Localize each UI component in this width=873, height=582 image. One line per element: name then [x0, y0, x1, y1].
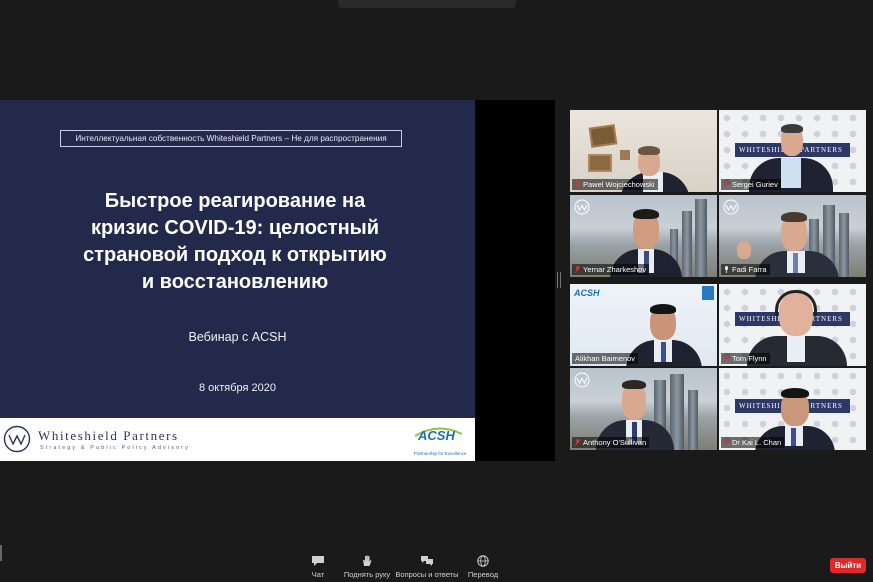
mic-muted-icon	[724, 439, 729, 446]
company-tagline: Strategy & Public Policy Advisory	[40, 445, 191, 451]
translate-button-label: Перевод	[467, 570, 499, 579]
slide-footer: Whiteshield Partners Strategy & Public P…	[0, 418, 475, 461]
participant-name: Anthony O'Sullivan	[583, 438, 647, 447]
partner-tagline: Partnership for Excellence	[414, 451, 467, 456]
mic-muted-icon	[724, 355, 729, 362]
mic-muted-icon	[575, 181, 580, 188]
participant-name: Yernar Zharkeshov	[583, 265, 647, 274]
undp-logo-icon	[702, 286, 714, 300]
video-tile[interactable]: WHITESHIELD PARTNERS Dr Kai L. Chan	[719, 368, 866, 450]
acsh-background-logo: ACSH	[574, 288, 600, 298]
video-tile[interactable]: WHITESHIELD PARTNERS Tom Flynn	[719, 284, 866, 366]
hand-icon	[363, 555, 372, 566]
slide-subtitle: Вебинар с ACSH	[188, 330, 287, 344]
slide-title-line: кризис COVID-19: целостный	[90, 217, 380, 239]
slide-confidentiality-banner: Интеллектуальная собственность Whiteshie…	[60, 130, 402, 147]
participant-name-tag: Tom Flynn	[721, 353, 770, 364]
participant-name-tag: Dr Kai L. Chan	[721, 437, 785, 448]
slide-title-line: страновой подход к открытию	[83, 244, 387, 266]
video-tile-active-speaker[interactable]: Fadi Farra	[719, 195, 866, 277]
slide-title-line: и восстановлению	[141, 271, 329, 293]
left-edge-handle	[0, 545, 2, 561]
raise-hand-button-label: Поднять руку	[343, 570, 391, 579]
participant-name-tag: Anthony O'Sullivan	[572, 437, 650, 448]
participant-name-tag: Yernar Zharkeshov	[572, 264, 650, 275]
chat-button-label: Чат	[311, 570, 325, 579]
participant-name: Tom Flynn	[732, 354, 767, 363]
chat-icon	[312, 556, 324, 566]
panel-splitter-handle[interactable]	[557, 272, 561, 288]
participant-name-tag: Sergei Guriev	[721, 179, 781, 190]
participant-name-tag: Pawel Wojciechowski	[572, 179, 658, 190]
participant-name-tag: Fadi Farra	[721, 264, 770, 275]
wsp-watermark-icon	[723, 199, 739, 215]
whiteshield-logo-icon	[3, 425, 31, 453]
slide-title-line: Быстрое реагирование на	[104, 190, 366, 212]
mic-muted-icon	[724, 181, 729, 188]
participant-name: Sergei Guriev	[732, 180, 778, 189]
wsp-watermark-icon	[574, 199, 590, 215]
shared-screen: Интеллектуальная собственность Whiteshie…	[0, 100, 555, 461]
translate-button[interactable]: Перевод	[448, 555, 518, 579]
globe-icon	[477, 555, 489, 567]
participant-name-tag: Alikhan Baimenov	[572, 353, 639, 364]
mic-muted-icon	[575, 266, 580, 273]
slide-title: Быстрое реагирование на кризис COVID-19:…	[30, 188, 440, 296]
top-drag-handle[interactable]	[338, 0, 516, 8]
video-tile[interactable]: Yernar Zharkeshov	[570, 195, 717, 277]
video-tile[interactable]: Pawel Wojciechowski	[570, 110, 717, 192]
mic-muted-icon	[575, 439, 580, 446]
qa-icon	[421, 556, 433, 566]
company-name: Whiteshield Partners	[38, 428, 179, 443]
mic-icon	[725, 266, 728, 273]
presentation-slide: Интеллектуальная собственность Whiteshie…	[0, 100, 475, 461]
partner-logo-text: ACSH	[418, 428, 455, 443]
slide-date: 8 октября 2020	[199, 382, 276, 394]
participant-name: Dr Kai L. Chan	[732, 438, 782, 447]
participant-name: Alikhan Baimenov	[575, 354, 636, 363]
participant-name: Pawel Wojciechowski	[583, 180, 655, 189]
video-tile[interactable]: ACSH Alikhan Baimenov	[570, 284, 717, 366]
video-tile[interactable]: Anthony O'Sullivan	[570, 368, 717, 450]
wsp-watermark-icon	[574, 372, 590, 388]
participant-name: Fadi Farra	[732, 265, 767, 274]
video-tile[interactable]: WHITESHIELD PARTNERS Sergei Guriev	[719, 110, 866, 192]
leave-button[interactable]: Выйти	[830, 558, 866, 573]
